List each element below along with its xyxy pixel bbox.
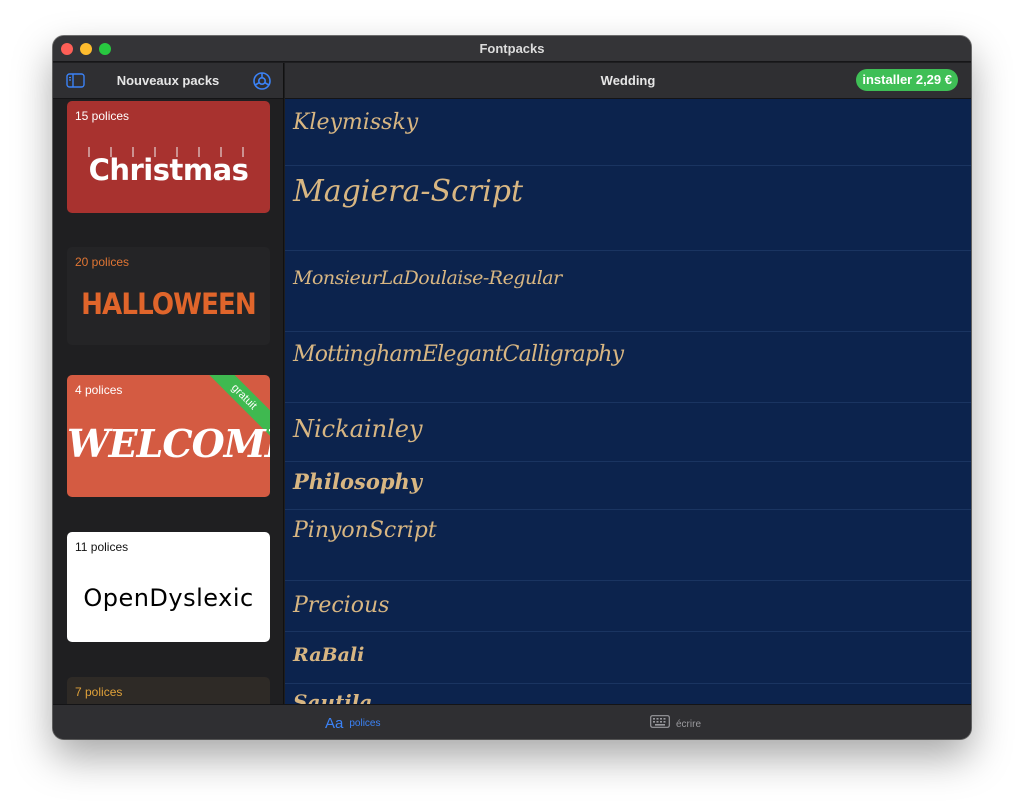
- tab-write[interactable]: écrire: [650, 715, 701, 733]
- font-preview: RaBali: [293, 644, 365, 666]
- tab-fonts[interactable]: Aa polices: [325, 715, 381, 732]
- font-preview: PinyonScript: [293, 518, 437, 543]
- pack-card-opendyslexic[interactable]: 11 polices OpenDyslexic: [67, 532, 270, 642]
- font-preview: Sautila: [293, 690, 373, 704]
- font-row[interactable]: Sautila: [285, 684, 971, 704]
- font-preview: Magiera-Script: [293, 174, 524, 209]
- bottom-toolbar: Aa polices écrire: [53, 704, 971, 739]
- font-row[interactable]: Philosophy: [285, 462, 971, 510]
- sidebar: Nouveaux packs 15 polices Christmas 20 p…: [53, 63, 284, 704]
- font-preview: Precious: [293, 593, 390, 618]
- title-bar: Fontpacks: [53, 36, 971, 62]
- font-preview: Nickainley: [293, 415, 423, 443]
- font-row[interactable]: Magiera-Script: [285, 166, 971, 251]
- pack-title: Christmas: [88, 153, 249, 187]
- font-row[interactable]: MottinghamElegantCalligraphy: [285, 332, 971, 403]
- pack-count: 15 polices: [75, 109, 130, 123]
- window-title: Fontpacks: [479, 41, 545, 56]
- pack-card-welcome[interactable]: 4 polices gratuit WELCOME: [67, 375, 270, 497]
- font-row[interactable]: Precious: [285, 581, 971, 632]
- font-row[interactable]: RaBali: [285, 632, 971, 684]
- pack-title: HALLOWEEN: [81, 287, 257, 321]
- font-row[interactable]: Nickainley: [285, 403, 971, 462]
- font-preview: MottinghamElegantCalligraphy: [293, 342, 624, 367]
- pack-title: OpenDyslexic: [83, 584, 254, 612]
- font-list-panel: Wedding installer 2,29 € Kleymissky Magi…: [285, 63, 971, 704]
- install-button[interactable]: installer 2,29 €: [856, 69, 958, 91]
- pack-card-christmas[interactable]: 15 polices Christmas: [67, 101, 270, 213]
- app-window: Fontpacks Nouveaux packs 15 polices Chri…: [53, 36, 971, 739]
- pack-count: 4 polices: [75, 383, 123, 397]
- tab-write-label: écrire: [676, 718, 702, 730]
- font-row[interactable]: PinyonScript: [285, 510, 971, 581]
- font-row[interactable]: MonsieurLaDoulaise-Regular: [285, 251, 971, 332]
- pack-title: WELCOME: [67, 421, 270, 466]
- sidebar-title: Nouveaux packs: [116, 73, 220, 88]
- pack-card-halloween[interactable]: 20 polices HALLOWEEN: [67, 247, 270, 345]
- pack-count: 11 polices: [75, 540, 129, 554]
- pack-count: 7 polices: [75, 685, 123, 699]
- tab-fonts-label: polices: [349, 718, 381, 729]
- font-preview: MonsieurLaDoulaise-Regular: [293, 267, 562, 289]
- font-preview: Kleymissky: [293, 110, 419, 135]
- main-header: Wedding installer 2,29 €: [285, 63, 971, 99]
- gear-icon[interactable]: [252, 71, 272, 96]
- sidebar-header: Nouveaux packs: [53, 63, 283, 99]
- font-icon: Aa: [325, 715, 344, 732]
- font-row[interactable]: Kleymissky: [285, 99, 971, 166]
- font-preview: Philosophy: [293, 469, 423, 494]
- keyboard-icon: [650, 715, 670, 733]
- pack-card-partial[interactable]: 7 polices: [67, 677, 270, 704]
- pack-count: 20 polices: [75, 255, 130, 269]
